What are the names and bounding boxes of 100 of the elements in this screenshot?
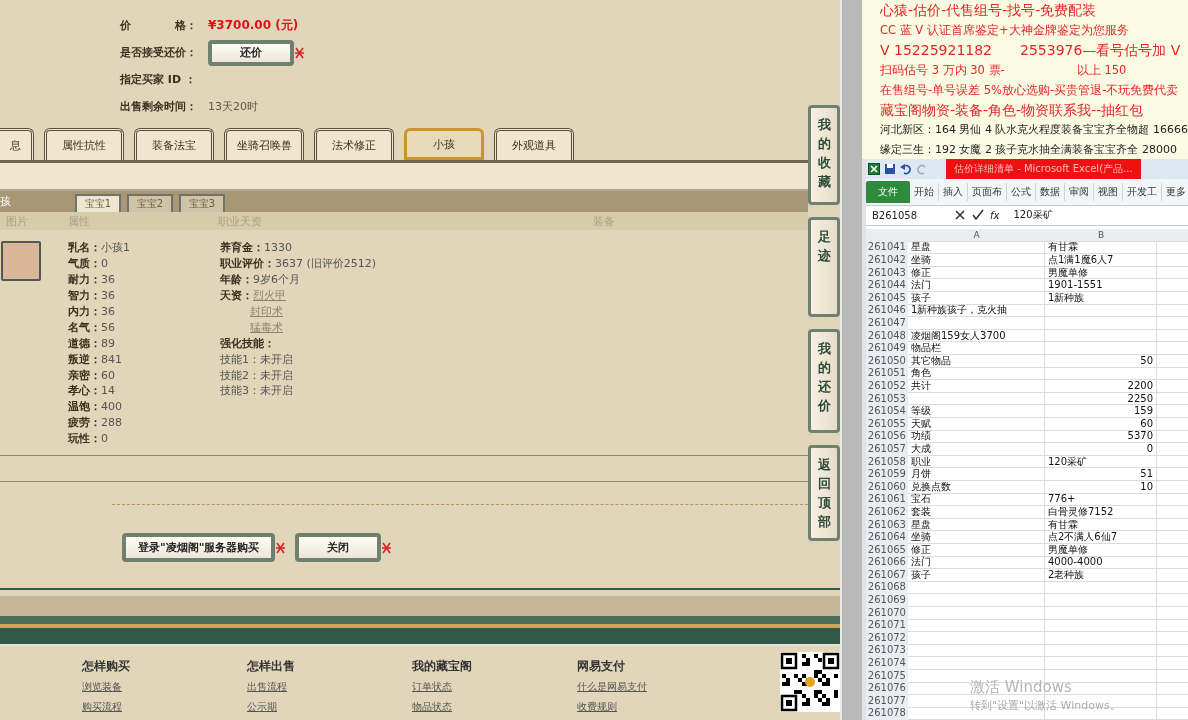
footer-link[interactable]: 公示期 — [247, 700, 412, 720]
skill-value: 未开启 — [260, 367, 293, 383]
side-nav-button[interactable]: 我的收藏 — [808, 105, 840, 205]
attribute-value: 9岁6个月 — [253, 272, 300, 288]
ribbon-tab[interactable]: 公式 — [1007, 182, 1036, 201]
section-title: 孩 — [0, 194, 12, 209]
row-number[interactable]: 261068 — [866, 581, 908, 595]
check-icon[interactable] — [972, 209, 984, 222]
name-box[interactable]: B261058 — [872, 209, 948, 221]
attribute-value: 0 — [101, 257, 108, 271]
attribute-label: 亲密： — [68, 367, 101, 383]
category-tab[interactable]: 外观道具 — [494, 128, 574, 160]
footer-link[interactable]: 什么是网易支付 — [577, 680, 742, 700]
row-number[interactable]: 261064 — [866, 531, 908, 544]
avatar-placeholder — [1, 241, 41, 281]
table-cell-text: 男魔单修 — [1047, 266, 1089, 280]
row-number[interactable]: 261042 — [866, 254, 908, 267]
document-line: 扫码估号 3 万内 30 票- 以上 150 — [880, 62, 1128, 79]
category-tab[interactable]: 属性抗性 — [44, 128, 124, 160]
row-number[interactable]: 261066 — [866, 556, 908, 569]
row-number[interactable]: 261046 — [866, 304, 908, 317]
ribbon-tab[interactable]: 视图 — [1094, 182, 1123, 201]
ribbon-tab[interactable]: 数据 — [1036, 182, 1065, 201]
file-menu-button[interactable]: 文件 — [866, 180, 910, 203]
row-number[interactable]: 261049 — [866, 342, 908, 355]
ribbon-tab[interactable]: 更多 — [1162, 182, 1188, 201]
column-header[interactable]: B — [1045, 228, 1157, 242]
close-button[interactable]: 关闭 — [295, 533, 382, 562]
table-cell-text: 修正 — [910, 543, 932, 556]
buy-button[interactable]: 登录"凌烟阁"服务器购买 — [122, 533, 276, 562]
cancel-icon[interactable] — [954, 209, 966, 222]
save-icon[interactable] — [884, 162, 896, 175]
child-tab[interactable]: 宝宝2 — [127, 194, 173, 212]
footer-link[interactable]: 出售流程 — [247, 680, 412, 700]
row-number[interactable]: 261059 — [866, 468, 908, 481]
undo-icon[interactable] — [900, 162, 912, 175]
function-button[interactable]: fx — [990, 209, 1000, 221]
footer-link[interactable]: 物品状态 — [412, 700, 577, 720]
skill-value: 未开启 — [260, 351, 293, 367]
table-cell-text: 点2不满人6仙7 — [1047, 531, 1119, 544]
ribbon-tab[interactable]: 审阅 — [1065, 182, 1094, 201]
footer-link[interactable]: 订单状态 — [412, 680, 577, 700]
qr-code — [780, 652, 840, 712]
category-tab[interactable]: 小孩 — [404, 128, 484, 160]
ribbon-tab[interactable]: 开发工 — [1123, 182, 1162, 201]
attribute-value: 3637 (旧评价2512) — [275, 256, 377, 272]
row-number[interactable]: 261044 — [866, 279, 908, 292]
table-cell-text: 等级 — [910, 405, 932, 418]
table-cell-text: 1新种族 — [1047, 291, 1086, 305]
table-cell-text: 2200 — [1126, 379, 1154, 393]
ribbon-tab[interactable]: 开始 — [910, 182, 939, 201]
table-cell-text: 天赋 — [910, 417, 932, 430]
row-number[interactable]: 261056 — [866, 430, 908, 443]
attribute-label: 内力： — [68, 304, 101, 319]
ribbon-tab[interactable]: 插入 — [939, 182, 968, 201]
child-tab[interactable]: 宝宝1 — [75, 194, 121, 212]
table-cell-text: 776+ — [1047, 493, 1077, 506]
table-cell-text: 孩子 — [910, 291, 932, 304]
row-number[interactable]: 261076 — [866, 682, 908, 695]
column-header[interactable]: A — [908, 228, 1045, 242]
row-number[interactable]: 261047 — [866, 317, 908, 330]
footer-link[interactable]: 收费规则 — [577, 700, 742, 720]
table-cell-text: 0 — [1145, 442, 1154, 456]
formula-input[interactable]: 120采矿 — [1005, 208, 1053, 223]
category-tab[interactable]: 息 — [0, 128, 34, 160]
row-number[interactable]: 261054 — [866, 405, 908, 418]
footer-heading: 怎样出售 — [247, 658, 296, 675]
table-cell-text: 孩子 — [910, 568, 932, 582]
skill-value: 未开启 — [260, 383, 293, 399]
attribute-label: 叛逆： — [68, 351, 101, 367]
side-nav-button[interactable]: 足迹 — [808, 217, 840, 317]
attribute-value: 56 — [101, 320, 115, 334]
document-line: CC 蓝 V 认证首席鉴定+大神金牌鉴定为您服务 — [880, 22, 1130, 39]
row-number[interactable]: 261041 — [866, 241, 908, 255]
row-number[interactable]: 261051 — [866, 367, 908, 380]
table-cell-text: 修正 — [910, 266, 932, 279]
table-cell-text: 星盘 — [910, 241, 932, 255]
row-number[interactable]: 261061 — [866, 493, 908, 506]
document-line: V 15225921182 2553976—看号估号加 V — [880, 41, 1182, 60]
side-nav-button[interactable]: 返回顶部 — [808, 445, 840, 541]
child-tab[interactable]: 宝宝3 — [179, 194, 225, 212]
attribute-label: 温饱： — [68, 399, 101, 415]
attribute-label: 名气： — [68, 319, 101, 335]
table-cell-text: 159 — [1132, 405, 1154, 418]
skill-label: 技能3： — [220, 383, 260, 399]
footer-link[interactable]: 购买流程 — [82, 700, 247, 720]
row-number[interactable]: 261069 — [866, 594, 908, 607]
field-label: 出售剩余时间： — [120, 99, 197, 114]
skill-label: 技能2： — [220, 367, 260, 383]
row-number[interactable]: 261071 — [866, 619, 908, 632]
row-number[interactable]: 261074 — [866, 657, 908, 670]
counteroffer-button[interactable]: 还价 — [208, 39, 294, 66]
row-number[interactable]: 261078 — [866, 707, 908, 720]
category-tab[interactable]: 装备法宝 — [134, 128, 214, 160]
side-nav-button[interactable]: 我的还价 — [808, 329, 840, 433]
footer-link[interactable]: 浏览装备 — [82, 680, 247, 700]
ribbon-tab[interactable]: 页面布 — [968, 182, 1007, 201]
category-tab[interactable]: 法术修正 — [314, 128, 394, 160]
row-number[interactable]: 261073 — [866, 644, 908, 658]
category-tab[interactable]: 坐骑召唤兽 — [224, 128, 304, 160]
